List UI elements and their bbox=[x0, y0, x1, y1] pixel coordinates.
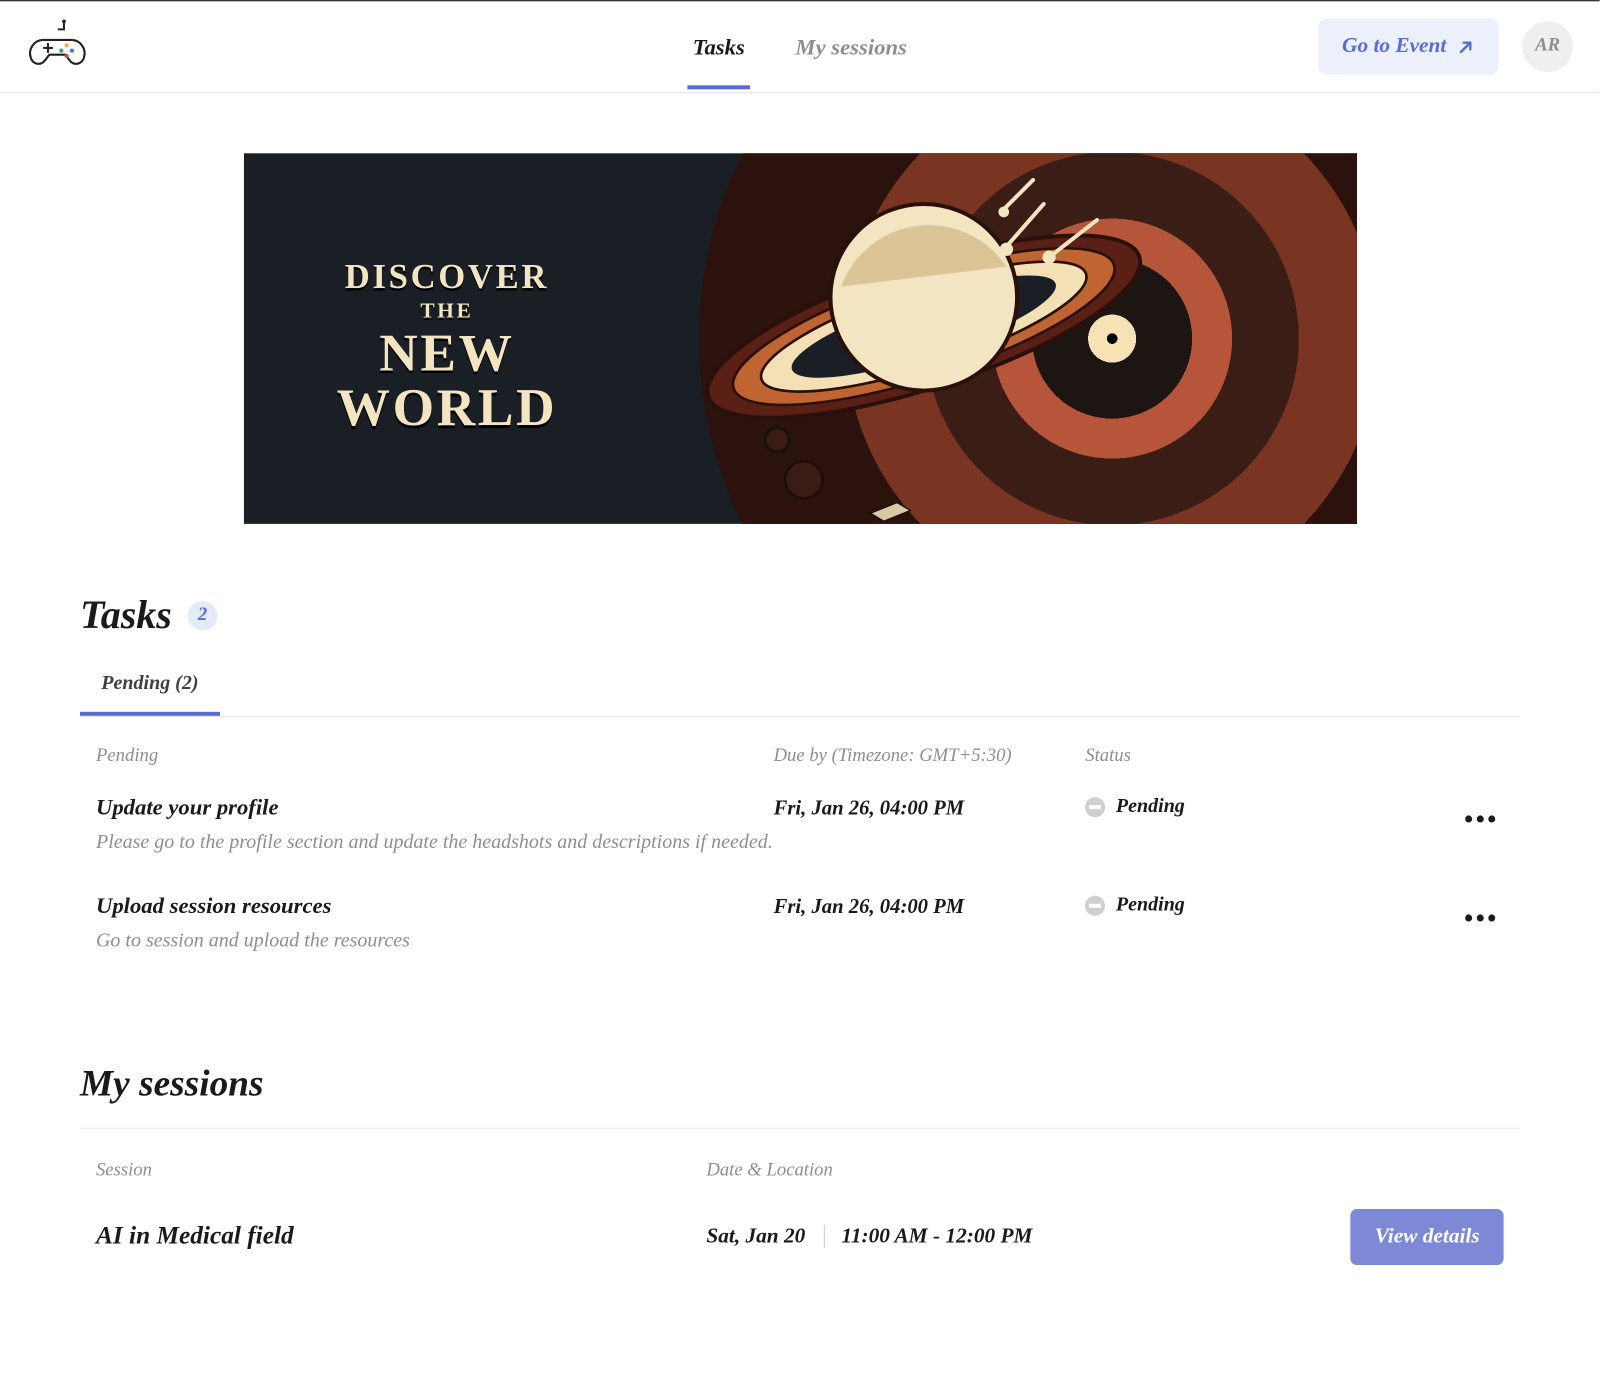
task-due: Fri, Jan 26, 04:00 PM bbox=[774, 794, 1086, 821]
tasks-count-badge: 2 bbox=[188, 601, 217, 630]
col-status: Status bbox=[1085, 746, 1397, 767]
col-pending: Pending bbox=[96, 746, 774, 767]
task-due: Fri, Jan 26, 04:00 PM bbox=[774, 893, 1086, 920]
banner-line-4: WORLD bbox=[337, 376, 558, 439]
go-to-event-label: Go to Event bbox=[1342, 35, 1446, 59]
external-link-icon bbox=[1457, 38, 1474, 55]
app-logo[interactable] bbox=[27, 19, 88, 75]
status-pending-icon bbox=[1085, 797, 1105, 817]
sessions-heading: My sessions bbox=[80, 1063, 264, 1106]
planet-illustration bbox=[696, 167, 1176, 524]
user-avatar[interactable]: AR bbox=[1522, 21, 1573, 72]
main-nav-tabs: Tasks My sessions bbox=[687, 1, 912, 92]
task-title: Upload session resources bbox=[96, 893, 774, 920]
session-datetime: Sat, Jan 20 11:00 AM - 12:00 PM bbox=[706, 1224, 1263, 1248]
sessions-column-headers: Session Date & Location bbox=[80, 1127, 1520, 1195]
tasks-subtabs: Pending (2) bbox=[80, 660, 1520, 717]
task-row-menu[interactable]: ••• bbox=[1458, 794, 1503, 845]
tasks-column-headers: Pending Due by (Timezone: GMT+5:30) Stat… bbox=[80, 717, 1520, 786]
task-row-menu[interactable]: ••• bbox=[1458, 893, 1503, 944]
sessions-section: My sessions Session Date & Location AI i… bbox=[80, 1063, 1520, 1291]
task-row: Upload session resources Go to session a… bbox=[80, 885, 1520, 983]
col-session: Session bbox=[96, 1160, 706, 1181]
task-status: Pending bbox=[1085, 794, 1397, 818]
tasks-heading: Tasks bbox=[80, 593, 172, 638]
col-due: Due by (Timezone: GMT+5:30) bbox=[774, 746, 1086, 767]
status-pending-icon bbox=[1085, 895, 1105, 915]
event-banner-wrap: DISCOVER THE NEW WORLD bbox=[0, 93, 1600, 574]
task-description: Please go to the profile section and upd… bbox=[96, 829, 774, 858]
task-status-label: Pending bbox=[1116, 894, 1185, 917]
top-bar: Tasks My sessions Go to Event AR bbox=[0, 0, 1600, 93]
col-date-location: Date & Location bbox=[706, 1160, 1263, 1181]
tab-tasks[interactable]: Tasks bbox=[687, 5, 750, 89]
banner-line-1: DISCOVER bbox=[337, 257, 558, 297]
session-time: 11:00 AM - 12:00 PM bbox=[824, 1224, 1032, 1247]
tasks-section: Tasks 2 Pending (2) Pending Due by (Time… bbox=[80, 593, 1520, 983]
task-description: Go to session and upload the resources bbox=[96, 927, 774, 956]
subtab-pending[interactable]: Pending (2) bbox=[80, 660, 220, 716]
view-details-button[interactable]: View details bbox=[1351, 1208, 1504, 1264]
task-title: Update your profile bbox=[96, 794, 774, 821]
task-status-label: Pending bbox=[1116, 796, 1185, 819]
session-title: AI in Medical field bbox=[96, 1222, 706, 1251]
session-date: Sat, Jan 20 bbox=[706, 1224, 805, 1247]
go-to-event-button[interactable]: Go to Event bbox=[1318, 19, 1498, 75]
tab-my-sessions[interactable]: My sessions bbox=[790, 5, 912, 89]
banner-line-3: NEW bbox=[337, 321, 558, 384]
task-status: Pending bbox=[1085, 893, 1397, 917]
task-row: Update your profile Please go to the pro… bbox=[80, 786, 1520, 884]
event-banner: DISCOVER THE NEW WORLD bbox=[243, 153, 1356, 524]
session-row: AI in Medical field Sat, Jan 20 11:00 AM… bbox=[80, 1195, 1520, 1291]
